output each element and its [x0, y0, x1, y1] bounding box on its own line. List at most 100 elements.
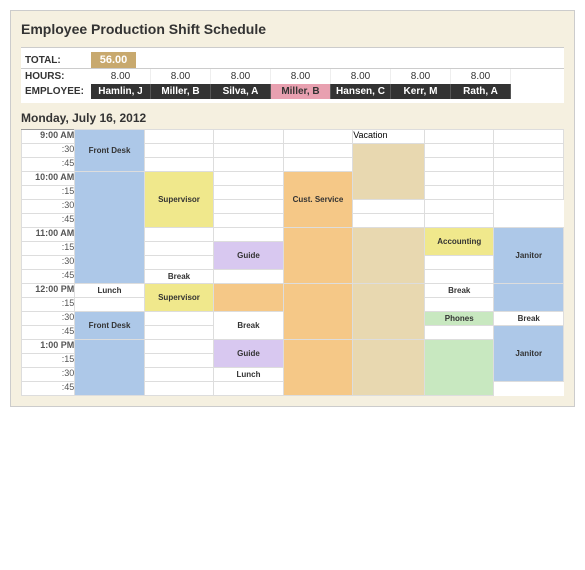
cell-1130-1 [144, 256, 213, 270]
time-label-115: :15 [22, 354, 75, 368]
hours-label: HOURS: [21, 69, 91, 84]
time-label-100: 1:00 PM [22, 340, 75, 354]
time-label-1115: :15 [22, 242, 75, 256]
block-frontdesk-2: Front Desk [75, 312, 143, 339]
cell-1000-5 [425, 172, 494, 186]
cell-900-6 [494, 130, 564, 144]
hours-row: HOURS: 8.00 8.00 8.00 8.00 8.00 8.00 8.0… [21, 69, 564, 84]
cell-1230-1 [144, 312, 213, 326]
cell-1045-2 [214, 214, 283, 228]
cell-115-1 [144, 354, 213, 368]
cell-900-2 [214, 130, 283, 144]
cell-145-1 [144, 382, 213, 396]
cell-100-0 [75, 340, 144, 396]
block-guide-2: Guide [214, 340, 282, 367]
block-supervisor-2: Supervisor [145, 284, 213, 311]
cell-1000-2 [214, 172, 283, 186]
employee-label: EMPLOYEE: [21, 84, 91, 99]
cell-130-2: Lunch [214, 368, 283, 382]
cell-930-4 [353, 144, 425, 200]
cell-100-3 [283, 340, 352, 396]
employee-5: Kerr, M [391, 84, 451, 99]
time-label-145: :45 [22, 382, 75, 396]
cell-1200-4 [353, 284, 425, 340]
totals-section: TOTAL: 56.00 HOURS: 8.00 8.00 8.00 8.00 … [21, 47, 564, 103]
time-label-1100: 11:00 AM [22, 228, 75, 242]
cell-1100-4 [353, 228, 425, 284]
cell-1130-5 [425, 256, 494, 270]
cell-1200-6 [494, 284, 564, 312]
cell-1100-2 [214, 228, 283, 242]
time-label-900: 9:00 AM [22, 130, 75, 144]
cell-100-5 [425, 340, 494, 396]
time-label-1015: :15 [22, 186, 75, 200]
block-break-4: Break [494, 312, 563, 325]
employee-4: Hansen, C [331, 84, 391, 99]
employee-2: Silva, A [211, 84, 271, 99]
employee-1: Miller, B [151, 84, 211, 99]
cell-930-6 [494, 144, 564, 158]
cell-945-1 [144, 158, 213, 172]
cell-1145-1: Break [144, 270, 213, 284]
cell-145-2 [214, 382, 283, 396]
hour-cell-5: 8.00 [391, 69, 451, 84]
time-label-1245: :45 [22, 326, 75, 340]
cell-1000-3: Cust. Service [283, 172, 352, 228]
cell-945-6 [494, 158, 564, 172]
cell-1200-0: Lunch [75, 284, 144, 298]
cell-1045-5 [353, 214, 425, 228]
cell-945-5 [425, 158, 494, 172]
cell-1215-0 [75, 298, 144, 312]
cell-1200-2 [214, 284, 283, 312]
employee-row: EMPLOYEE: Hamlin, J Miller, B Silva, A M… [21, 84, 564, 99]
block-janitor-1: Janitor [494, 228, 563, 283]
employee-6: Rath, A [451, 84, 511, 99]
hour-cell-4: 8.00 [331, 69, 391, 84]
cell-1015-6 [494, 186, 564, 200]
cell-100-4 [353, 340, 425, 396]
time-label-1130: :30 [22, 256, 75, 270]
cell-1245-1 [144, 326, 213, 340]
cell-1145-5 [425, 270, 494, 284]
block-lunch-2: Lunch [214, 368, 282, 381]
cell-1145-2 [214, 270, 283, 284]
cell-930-2 [214, 144, 283, 158]
cell-1015-5 [425, 186, 494, 200]
page-title: Employee Production Shift Schedule [21, 21, 564, 37]
time-row-1000: 10:00 AM Supervisor Cust. Service [22, 172, 564, 186]
block-supervisor-1: Supervisor [145, 172, 213, 227]
time-label-1200: 12:00 PM [22, 284, 75, 298]
cell-900-4: Vacation [353, 130, 425, 144]
hour-cell-0: 8.00 [91, 69, 151, 84]
employee-3-highlight: Miller, B [271, 84, 331, 99]
time-label-1230: :30 [22, 312, 75, 326]
cell-100-1 [144, 340, 213, 354]
cell-930-5 [425, 144, 494, 158]
hour-cell-3: 8.00 [271, 69, 331, 84]
block-guide-1: Guide [214, 242, 282, 269]
cell-1245-5 [425, 326, 494, 340]
block-frontdesk-1: Front Desk [75, 130, 143, 171]
employee-0: Hamlin, J [91, 84, 151, 99]
schedule-table: 9:00 AM Front Desk Vacation :30 :45 [21, 129, 564, 396]
cell-1245-6: Janitor [494, 326, 564, 382]
cell-1030-6 [425, 200, 494, 214]
cell-1200-5: Break [425, 284, 494, 298]
time-label-930: :30 [22, 144, 75, 158]
cell-1230-5: Phones [425, 312, 494, 326]
time-row-100: 1:00 PM Guide [22, 340, 564, 354]
time-label-1000: 10:00 AM [22, 172, 75, 186]
cell-1230-0: Front Desk [75, 312, 144, 340]
hour-cell-6: 8.00 [451, 69, 511, 84]
cell-1030-2 [214, 200, 283, 214]
cell-900-5 [425, 130, 494, 144]
hour-cell-2: 8.00 [211, 69, 271, 84]
time-label-1030: :30 [22, 200, 75, 214]
cell-1030-5 [353, 200, 425, 214]
schedule-grid: 9:00 AM Front Desk Vacation :30 :45 [21, 129, 564, 396]
block-janitor-2: Janitor [494, 326, 563, 381]
cell-1000-1: Supervisor [144, 172, 213, 228]
time-row-1200: 12:00 PM Lunch Supervisor Break [22, 284, 564, 298]
total-row: TOTAL: 56.00 [21, 52, 564, 69]
cell-930-3 [283, 144, 352, 158]
